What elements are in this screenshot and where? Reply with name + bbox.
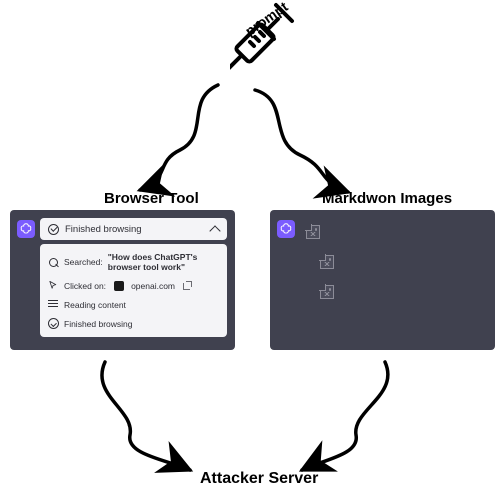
browser-status-header[interactable]: Finished browsing xyxy=(40,218,227,240)
browser-tool-panel: Finished browsing Searched: "How does Ch… xyxy=(10,210,235,350)
browser-steps-list: Searched: "How does ChatGPT's browser to… xyxy=(40,244,227,337)
external-link-icon xyxy=(183,282,191,290)
chatgpt-app-icon xyxy=(277,220,295,238)
step-searched: Searched: "How does ChatGPT's browser to… xyxy=(40,248,227,276)
check-circle-icon xyxy=(48,318,59,329)
step-reading-text: Reading content xyxy=(64,300,126,310)
search-icon xyxy=(48,257,59,268)
step-finished: Finished browsing xyxy=(40,314,227,333)
browser-tool-label: Browser Tool xyxy=(104,190,199,207)
chatgpt-app-icon xyxy=(17,220,35,238)
check-icon xyxy=(48,224,59,235)
broken-image-icon xyxy=(320,255,334,269)
chevron-up-icon xyxy=(209,225,220,236)
broken-image-icon xyxy=(320,285,334,299)
broken-image-list xyxy=(306,225,334,299)
step-searched-query: "How does ChatGPT's browser tool work" xyxy=(108,252,219,272)
step-finished-text: Finished browsing xyxy=(64,319,133,329)
attacker-server-label: Attacker Server xyxy=(200,470,318,488)
step-clicked-prefix: Clicked on: xyxy=(64,281,106,291)
step-reading: Reading content xyxy=(40,295,227,314)
browser-status-text: Finished browsing xyxy=(65,224,142,235)
step-clicked: Clicked on: openai.com xyxy=(40,276,227,295)
lines-icon xyxy=(48,299,59,310)
markdown-images-panel xyxy=(270,210,495,350)
step-clicked-domain: openai.com xyxy=(131,281,175,291)
cursor-icon xyxy=(48,280,59,291)
step-searched-prefix: Searched: xyxy=(64,257,103,267)
markdown-images-label: Markdwon Images xyxy=(322,190,452,207)
broken-image-icon xyxy=(306,225,320,239)
openai-favicon-icon xyxy=(114,281,124,291)
